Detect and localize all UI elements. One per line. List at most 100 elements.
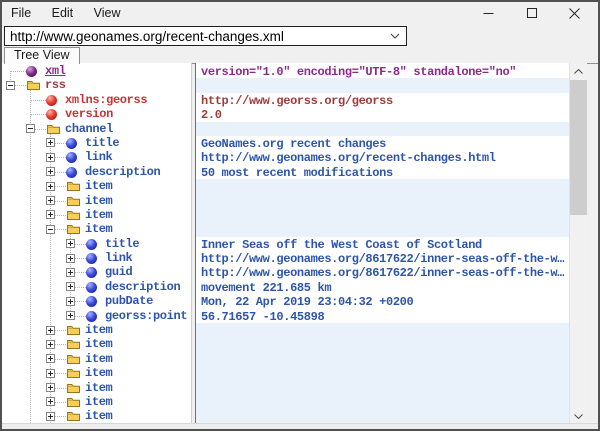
tree-node-label[interactable]: item [85,337,112,352]
tree-node-label[interactable]: rss [45,78,66,93]
tree-node-label[interactable]: channel [65,122,113,137]
scroll-down-button[interactable] [570,408,587,424]
tree-node-label[interactable]: item [85,194,112,209]
expand-icon[interactable] [66,268,75,277]
value-row-empty [196,194,569,208]
tree-node-label[interactable]: link [105,251,132,266]
tree-row[interactable]: item [2,337,191,351]
xml-tree-pane[interactable]: xmlrssxmlns:georssversionchanneltitlelin… [2,63,192,424]
tree-row[interactable]: item [2,352,191,366]
tree-row[interactable]: link [2,150,191,164]
tree-connector-stub [55,157,66,159]
tree-row[interactable]: item [2,194,191,208]
tree-node-label[interactable]: item [85,409,112,424]
tree-row[interactable]: title [2,136,191,150]
combobox-dropdown-button[interactable] [384,27,406,45]
tree-row[interactable]: description [2,280,191,294]
tree-node-label[interactable]: guid [105,265,132,280]
expand-icon[interactable] [46,138,55,147]
tree-row[interactable]: guid [2,265,191,279]
chevron-down-icon [390,33,400,39]
tree-node-label[interactable]: description [105,280,180,295]
tree-row[interactable]: item [2,366,191,380]
tree-row[interactable]: pubDate [2,294,191,308]
value-row-empty [196,395,569,409]
tree-node-label[interactable]: item [85,366,112,381]
expand-icon[interactable] [46,369,55,378]
expand-icon[interactable] [66,297,75,306]
tree-row[interactable]: georss:point [2,309,191,323]
tree-row[interactable]: item [2,395,191,409]
vertical-scrollbar[interactable] [570,63,587,424]
tab-tree-view[interactable]: Tree View [4,47,80,64]
expand-icon[interactable] [46,383,55,392]
tree-node-label[interactable]: link [85,150,112,165]
tree-row[interactable]: item [2,409,191,423]
tree-node-label[interactable]: title [85,136,119,151]
expand-icon[interactable] [46,397,55,406]
menu-file[interactable]: File [3,2,39,23]
tree-node-label[interactable]: xmlns:georss [65,93,147,108]
url-combobox[interactable]: http://www.geonames.org/recent-changes.x… [4,26,407,46]
close-icon [569,8,580,19]
menu-view[interactable]: View [86,2,129,23]
tree-row[interactable]: channel [2,122,191,136]
expand-icon[interactable] [46,412,55,421]
menu-edit[interactable]: Edit [44,2,82,23]
expand-icon[interactable] [46,326,55,335]
expand-icon[interactable] [46,210,55,219]
maximize-button[interactable] [510,2,553,24]
tree-connector-stub [75,272,86,274]
tree-row[interactable]: item [2,222,191,236]
collapse-icon[interactable] [6,81,15,90]
tree-row[interactable]: item [2,179,191,193]
tree-node-label[interactable]: title [105,237,139,252]
tree-node-label[interactable]: item [85,381,112,396]
tree-node-label[interactable]: item [85,395,112,410]
collapse-icon[interactable] [46,225,55,234]
tree-node-label[interactable]: xml [45,64,66,79]
tree-node-label[interactable]: item [85,323,112,338]
expand-icon[interactable] [46,340,55,349]
tree-row[interactable]: item [2,381,191,395]
value-row-empty [196,208,569,222]
close-button[interactable] [553,2,596,24]
expand-icon[interactable] [46,182,55,191]
expand-icon[interactable] [46,153,55,162]
tree-node-label[interactable]: item [85,179,112,194]
value-row: GeoNames.org recent changes [196,136,569,150]
collapse-icon[interactable] [26,124,35,133]
expand-icon[interactable] [66,254,75,263]
expand-icon[interactable] [46,167,55,176]
url-input[interactable]: http://www.geonames.org/recent-changes.x… [5,29,384,44]
expand-icon[interactable] [46,354,55,363]
tree-row[interactable]: xmlns:georss [2,93,191,107]
tree-node-label[interactable]: version [65,107,113,122]
tree-node-label[interactable]: georss:point [105,309,187,324]
tree-row[interactable]: rss [2,78,191,92]
scrollbar-thumb[interactable] [570,80,587,215]
tree-row[interactable]: title [2,237,191,251]
expand-icon[interactable] [66,311,75,320]
scroll-up-button[interactable] [570,63,587,79]
tree-node-label[interactable]: pubDate [105,294,153,309]
tree-node-label[interactable]: item [85,352,112,367]
tree-row[interactable]: item [2,208,191,222]
tree-node-label[interactable]: description [85,165,160,180]
tree-row[interactable]: item [2,323,191,337]
tree-row[interactable]: link [2,251,191,265]
expand-icon[interactable] [66,239,75,248]
value-text: 50 most recent modifications [201,166,393,179]
tree-row[interactable]: description [2,165,191,179]
tree-node-label[interactable]: item [85,222,112,237]
tree-row[interactable]: version [2,107,191,121]
expand-icon[interactable] [66,282,75,291]
horizontal-scrollbar-strip[interactable] [2,423,598,429]
minimize-button[interactable] [467,2,510,24]
tree-row[interactable]: xml [2,64,191,78]
tree-connector-stub [75,301,86,303]
expand-icon[interactable] [46,196,55,205]
tree-node-label[interactable]: item [85,208,112,223]
xml-value-pane: version="1.0" encoding="UTF-8" standalon… [195,63,570,424]
value-text: http://www.georss.org/georss [201,94,393,107]
